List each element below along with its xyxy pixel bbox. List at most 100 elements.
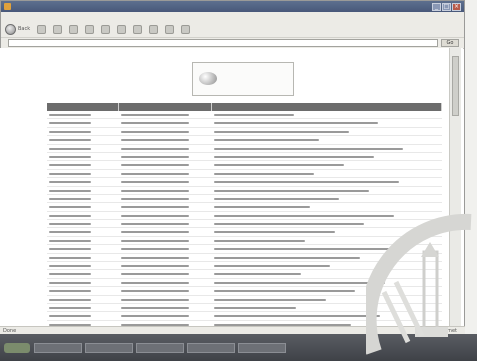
table-row[interactable] xyxy=(47,220,442,229)
illegible-text xyxy=(49,139,91,142)
table-row[interactable] xyxy=(47,119,442,128)
table-cell[interactable] xyxy=(212,270,442,277)
favorites-icon[interactable] xyxy=(117,24,127,34)
table-row[interactable] xyxy=(47,279,442,288)
taskbar-item-2[interactable] xyxy=(85,342,133,353)
start-button[interactable] xyxy=(4,342,30,353)
table-row[interactable] xyxy=(47,128,442,137)
taskbar xyxy=(0,334,477,361)
table-cell[interactable] xyxy=(212,145,442,152)
table-cell xyxy=(47,161,119,168)
table-row[interactable] xyxy=(47,212,442,221)
table-row[interactable] xyxy=(47,136,442,145)
illegible-text xyxy=(214,172,315,175)
table-cell[interactable] xyxy=(212,212,442,219)
table-cell[interactable] xyxy=(212,287,442,294)
table-row[interactable] xyxy=(47,245,442,254)
table-cell[interactable] xyxy=(212,254,442,261)
table-cell[interactable] xyxy=(212,262,442,269)
stop-icon[interactable] xyxy=(53,24,63,34)
table-cell xyxy=(119,212,212,219)
table-row[interactable] xyxy=(47,153,442,162)
table-cell[interactable] xyxy=(212,161,442,168)
header-cell-2 xyxy=(119,103,212,111)
mail-icon[interactable] xyxy=(165,24,175,34)
table-cell xyxy=(119,136,212,143)
back-button[interactable]: Back xyxy=(5,23,30,35)
vertical-scrollbar[interactable] xyxy=(449,48,461,326)
table-cell[interactable] xyxy=(212,136,442,143)
table-cell[interactable] xyxy=(212,312,442,319)
history-icon[interactable] xyxy=(149,24,159,34)
table-cell[interactable] xyxy=(212,296,442,303)
table-cell[interactable] xyxy=(212,111,442,118)
illegible-text xyxy=(121,290,190,293)
browser-app-icon xyxy=(4,3,11,10)
table-cell[interactable] xyxy=(212,279,442,286)
table-row[interactable] xyxy=(47,161,442,170)
table-cell xyxy=(47,228,119,235)
table-row[interactable] xyxy=(47,170,442,179)
table-cell[interactable] xyxy=(212,153,442,160)
taskbar-item-3[interactable] xyxy=(136,342,184,353)
table-cell[interactable] xyxy=(212,187,442,194)
table-row[interactable] xyxy=(47,304,442,313)
minimize-button[interactable]: _ xyxy=(432,2,441,11)
table-cell[interactable] xyxy=(212,178,442,185)
table-cell[interactable] xyxy=(212,228,442,235)
table-cell[interactable] xyxy=(212,245,442,252)
table-row[interactable] xyxy=(47,287,442,296)
table-row[interactable] xyxy=(47,237,442,246)
table-cell xyxy=(119,296,212,303)
table-cell xyxy=(47,212,119,219)
table-row[interactable] xyxy=(47,187,442,195)
print-icon[interactable] xyxy=(181,24,191,34)
illegible-text xyxy=(49,248,91,251)
taskbar-item-1[interactable] xyxy=(34,342,82,353)
table-cell[interactable] xyxy=(212,237,442,244)
illegible-text xyxy=(49,181,91,184)
table-row[interactable] xyxy=(47,111,442,120)
illegible-text xyxy=(121,130,190,133)
title-bar[interactable]: _ □ × xyxy=(1,1,464,12)
table-cell xyxy=(119,262,212,269)
media-icon[interactable] xyxy=(133,24,143,34)
illegible-text xyxy=(121,231,190,234)
table-row[interactable] xyxy=(47,270,442,279)
table-row[interactable] xyxy=(47,312,442,321)
table-row[interactable] xyxy=(47,195,442,204)
illegible-text xyxy=(121,139,190,142)
table-row[interactable] xyxy=(47,145,442,153)
table-cell[interactable] xyxy=(212,195,442,202)
taskbar-item-4[interactable] xyxy=(187,342,235,353)
table-cell[interactable] xyxy=(212,203,442,210)
close-button[interactable]: × xyxy=(452,2,461,11)
forward-icon[interactable] xyxy=(37,24,47,34)
table-body xyxy=(47,111,442,326)
table-cell[interactable] xyxy=(212,119,442,126)
table-row[interactable] xyxy=(47,254,442,263)
refresh-icon[interactable] xyxy=(69,24,79,34)
table-cell[interactable] xyxy=(212,220,442,227)
table-cell xyxy=(47,287,119,294)
table-row[interactable] xyxy=(47,228,442,237)
scroll-thumb[interactable] xyxy=(452,56,459,116)
table-row[interactable] xyxy=(47,178,442,187)
go-button[interactable]: Go xyxy=(441,39,459,47)
table-row[interactable] xyxy=(47,203,442,212)
table-cell[interactable] xyxy=(212,128,442,135)
address-input[interactable] xyxy=(8,39,438,47)
search-icon[interactable] xyxy=(101,24,111,34)
table-cell[interactable] xyxy=(212,170,442,177)
illegible-text xyxy=(49,306,91,309)
illegible-text xyxy=(49,206,91,209)
home-icon[interactable] xyxy=(85,24,95,34)
illegible-text xyxy=(49,315,91,318)
taskbar-item-5[interactable] xyxy=(238,342,286,353)
table-cell[interactable] xyxy=(212,304,442,311)
table-row[interactable] xyxy=(47,262,442,271)
maximize-button[interactable]: □ xyxy=(442,2,451,11)
table-cell xyxy=(119,145,212,152)
illegible-text xyxy=(214,206,310,209)
table-row[interactable] xyxy=(47,296,442,304)
